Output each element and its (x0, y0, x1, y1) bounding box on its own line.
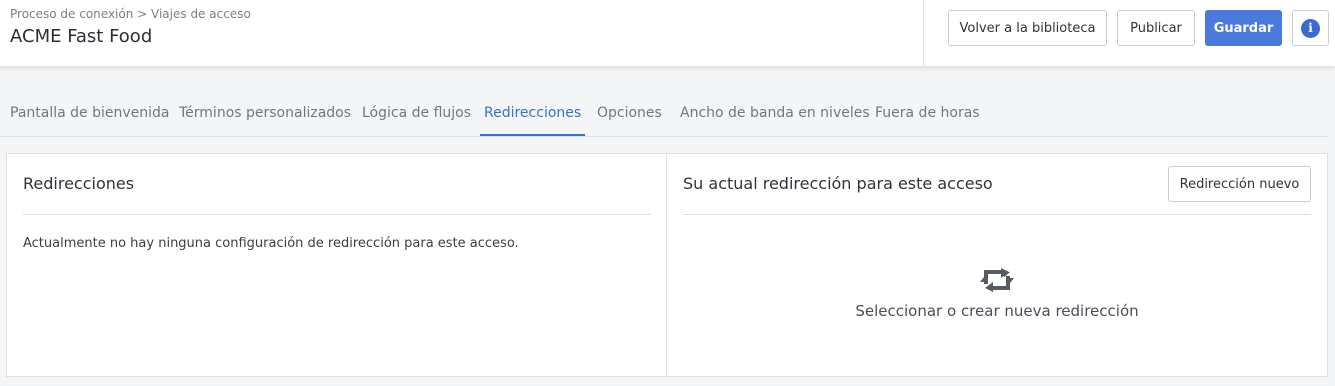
tab-fuera-de-horas[interactable]: Fuera de horas (875, 95, 980, 136)
left-panel-title: Redirecciones (23, 174, 135, 193)
empty-redirect-text: Seleccionar o crear nueva redirección (855, 302, 1139, 320)
tab-bar: Pantalla de bienvenida Términos personal… (0, 95, 1328, 137)
new-redirect-button[interactable]: Redirección nuevo (1168, 166, 1311, 202)
save-button[interactable]: Guardar (1205, 10, 1282, 46)
right-panel-title: Su actual redirección para este acceso (683, 174, 993, 193)
redirects-panel: Redirecciones Actualmente no hay ninguna… (6, 153, 1328, 377)
redirect-icon (980, 268, 1014, 292)
breadcrumb[interactable]: Proceso de conexión > Viajes de acceso (10, 7, 251, 21)
publish-button[interactable]: Publicar (1117, 10, 1195, 46)
tab-opciones[interactable]: Opciones (597, 95, 662, 136)
info-icon: i (1301, 18, 1320, 38)
right-panel-divider (683, 214, 1311, 215)
tab-terminos-personalizados[interactable]: Términos personalizados (179, 95, 351, 136)
tab-ancho-de-banda-en-niveles[interactable]: Ancho de banda en niveles (680, 95, 870, 136)
panel-divider (666, 154, 667, 376)
tab-pantalla-de-bienvenida[interactable]: Pantalla de bienvenida (10, 95, 169, 136)
tab-logica-de-flujos[interactable]: Lógica de flujos (362, 95, 471, 136)
tab-redirecciones[interactable]: Redirecciones (480, 95, 586, 136)
page-title: ACME Fast Food (10, 26, 153, 47)
info-button[interactable]: i (1292, 10, 1329, 46)
left-panel-divider (23, 214, 651, 215)
header: Proceso de conexión > Viajes de acceso A… (0, 0, 1335, 67)
empty-config-message: Actualmente no hay ninguna configuración… (23, 236, 519, 251)
header-divider (923, 0, 924, 67)
back-to-library-button[interactable]: Volver a la biblioteca (948, 10, 1107, 46)
